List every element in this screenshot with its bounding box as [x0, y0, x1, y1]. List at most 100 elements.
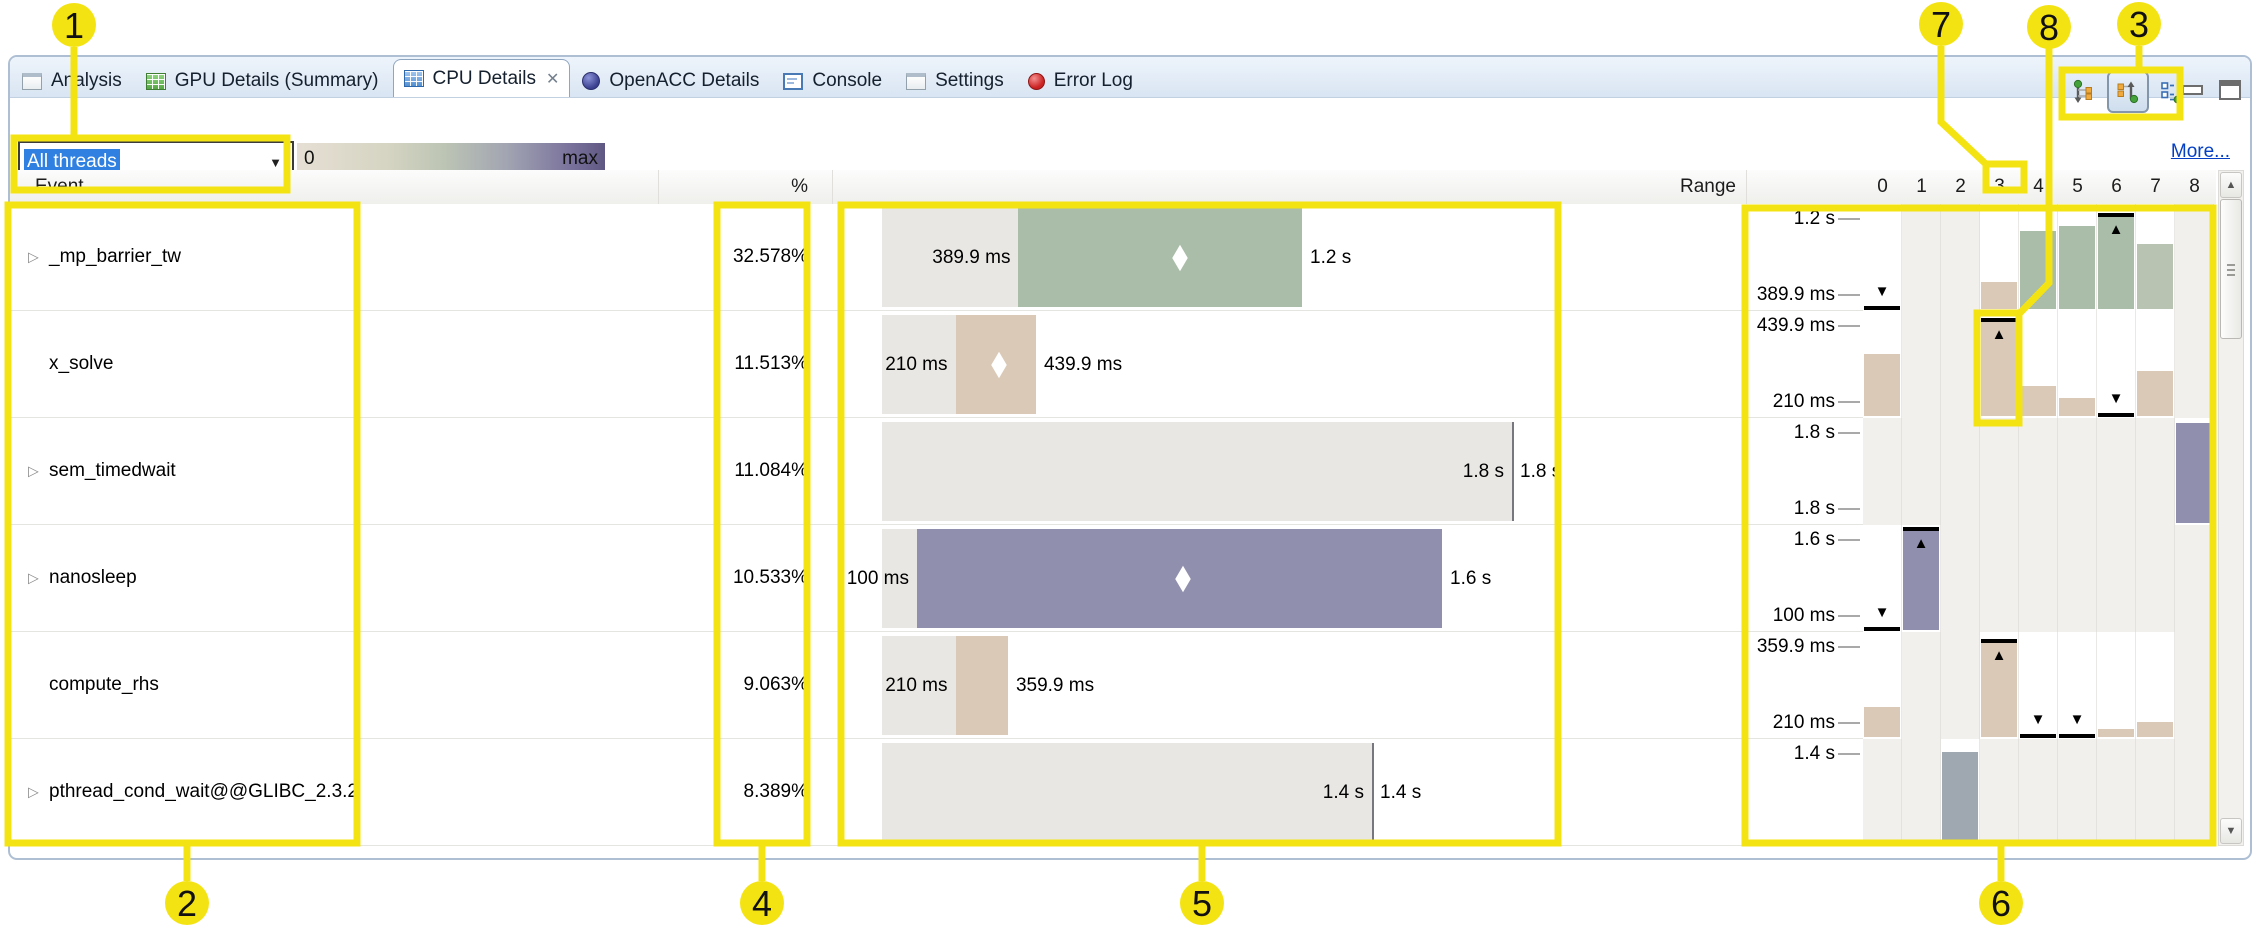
hist-cell-thread-4[interactable]: [2019, 525, 2058, 632]
thread-column-header-0[interactable]: 0: [1863, 170, 1902, 203]
thread-column-header-7[interactable]: 7: [2136, 170, 2175, 203]
close-tab-icon[interactable]: ✕: [546, 69, 559, 89]
range-chart: 210 ms359.9 ms: [826, 632, 1740, 739]
thread-column-header-8[interactable]: 8: [2175, 170, 2214, 203]
thread-column-header-2[interactable]: 2: [1941, 170, 1980, 203]
hist-cell-thread-7[interactable]: [2136, 204, 2175, 311]
hist-cell-thread-2[interactable]: [1941, 632, 1980, 739]
hist-cell-thread-5[interactable]: [2058, 418, 2097, 525]
hist-cell-thread-0[interactable]: [1863, 418, 1902, 525]
range-min-label: 1.4 s: [826, 782, 1364, 804]
column-header-event[interactable]: Event: [35, 170, 84, 203]
scroll-up-button[interactable]: ▲: [2220, 172, 2242, 198]
tab-gpu-details-summary[interactable]: GPU Details (Summary): [136, 65, 391, 97]
top-down-call-tree-button[interactable]: [2066, 73, 2104, 111]
column-header-range[interactable]: Range: [1440, 170, 1736, 203]
scroll-down-button[interactable]: ▼: [2220, 818, 2242, 844]
range-max-label: 1.6 s: [1450, 568, 1491, 590]
tab-analysis[interactable]: Analysis: [12, 65, 134, 97]
expander-icon[interactable]: ▷: [28, 249, 39, 266]
bottom-up-call-tree-button[interactable]: [2107, 71, 2149, 113]
hist-cell-thread-5[interactable]: [2058, 525, 2097, 632]
thread-column-header-3[interactable]: 3: [1980, 170, 2019, 203]
hist-cell-thread-2[interactable]: [1941, 739, 1980, 846]
tab-error-log[interactable]: Error Log: [1018, 65, 1145, 97]
hist-cell-thread-1[interactable]: [1902, 739, 1941, 846]
hist-cell-thread-8[interactable]: [2175, 739, 2214, 846]
hist-cell-thread-4[interactable]: [2019, 418, 2058, 525]
table-row-nanosleep[interactable]: ▷nanosleep10.533%100 ms1.6 s1.6 s100 ms▼…: [10, 525, 2216, 632]
view-tab-bar: AnalysisGPU Details (Summary)CPU Details…: [10, 57, 2250, 98]
hist-cell-thread-2[interactable]: [1941, 525, 1980, 632]
minimize-button[interactable]: [2178, 79, 2206, 101]
tab-openacc-details[interactable]: OpenACC Details: [572, 65, 771, 97]
hist-cell-thread-8[interactable]: [2175, 525, 2214, 632]
hist-cell-thread-1[interactable]: [1902, 418, 1941, 525]
hist-cell-thread-4[interactable]: [2019, 204, 2058, 311]
hist-cell-thread-7[interactable]: [2136, 632, 2175, 739]
hist-cell-thread-0[interactable]: [1863, 632, 1902, 739]
hist-cell-thread-8[interactable]: [2175, 418, 2214, 525]
callout-circle-4: [740, 881, 784, 925]
range-min-label: 100 ms: [826, 568, 909, 590]
thread-column-header-4[interactable]: 4: [2019, 170, 2058, 203]
table-row-compute-rhs[interactable]: compute_rhs9.063%210 ms359.9 ms359.9 ms2…: [10, 632, 2216, 739]
vertical-scrollbar[interactable]: ▲ ▼: [2218, 170, 2244, 846]
expander-icon[interactable]: ▷: [28, 463, 39, 480]
hist-cell-thread-8[interactable]: [2175, 204, 2214, 311]
hist-cell-thread-0[interactable]: [1863, 739, 1902, 846]
tab-settings[interactable]: Settings: [896, 65, 1016, 97]
hist-cell-thread-1[interactable]: ▲: [1902, 525, 1941, 632]
tab-console[interactable]: Console: [773, 65, 894, 97]
hist-cell-thread-7[interactable]: [2136, 525, 2175, 632]
hist-cell-thread-7[interactable]: [2136, 311, 2175, 418]
maximize-button[interactable]: [2216, 79, 2244, 101]
hist-cell-thread-7[interactable]: [2136, 739, 2175, 846]
hist-cell-thread-2[interactable]: [1941, 311, 1980, 418]
hist-cell-thread-4[interactable]: [2019, 739, 2058, 846]
hist-cell-thread-3[interactable]: ▲: [1980, 632, 2019, 739]
hist-cell-thread-8[interactable]: [2175, 632, 2214, 739]
hist-cell-thread-1[interactable]: [1902, 311, 1941, 418]
column-header-percent[interactable]: %: [652, 170, 808, 203]
hist-cell-thread-1[interactable]: [1902, 204, 1941, 311]
expander-icon[interactable]: ▷: [28, 570, 39, 587]
hist-cell-thread-2[interactable]: [1941, 204, 1980, 311]
hist-cell-thread-6[interactable]: [2097, 632, 2136, 739]
table-row-sem-timedwait[interactable]: ▷sem_timedwait11.084%1.8 s1.8 s1.8 s1.8 …: [10, 418, 2216, 525]
scrollbar-thumb[interactable]: [2220, 199, 2242, 339]
more-link[interactable]: More...: [2142, 141, 2230, 163]
hist-cell-thread-3[interactable]: [1980, 739, 2019, 846]
hist-cell-thread-3[interactable]: [1980, 204, 2019, 311]
event-name: compute_rhs: [49, 674, 159, 696]
hist-cell-thread-4[interactable]: ▼: [2019, 632, 2058, 739]
hist-cell-thread-3[interactable]: [1980, 525, 2019, 632]
hist-cell-thread-3[interactable]: ▲: [1980, 311, 2019, 418]
hist-cell-thread-0[interactable]: ▼: [1863, 204, 1902, 311]
table-row-x-solve[interactable]: x_solve11.513%210 ms439.9 ms439.9 ms210 …: [10, 311, 2216, 418]
hist-cell-thread-5[interactable]: ▼: [2058, 632, 2097, 739]
hist-cell-thread-7[interactable]: [2136, 418, 2175, 525]
hist-cell-thread-5[interactable]: [2058, 204, 2097, 311]
hist-cell-thread-5[interactable]: [2058, 311, 2097, 418]
thread-column-header-5[interactable]: 5: [2058, 170, 2097, 203]
hist-cell-thread-6[interactable]: ▼: [2097, 311, 2136, 418]
hist-cell-thread-0[interactable]: ▼: [1863, 525, 1902, 632]
hist-cell-thread-2[interactable]: [1941, 418, 1980, 525]
hist-cell-thread-4[interactable]: [2019, 311, 2058, 418]
hist-cell-thread-8[interactable]: [2175, 311, 2214, 418]
hist-cell-thread-6[interactable]: [2097, 525, 2136, 632]
hist-cell-thread-6[interactable]: ▲: [2097, 204, 2136, 311]
hist-cell-thread-1[interactable]: [1902, 632, 1941, 739]
hist-cell-thread-3[interactable]: [1980, 418, 2019, 525]
table-row--mp-barrier-tw[interactable]: ▷_mp_barrier_tw32.578%389.9 ms1.2 s1.2 s…: [10, 204, 2216, 311]
hist-cell-thread-6[interactable]: [2097, 739, 2136, 846]
thread-column-header-1[interactable]: 1: [1902, 170, 1941, 203]
hist-cell-thread-0[interactable]: [1863, 311, 1902, 418]
hist-cell-thread-5[interactable]: [2058, 739, 2097, 846]
expander-icon[interactable]: ▷: [28, 784, 39, 801]
hist-cell-thread-6[interactable]: [2097, 418, 2136, 525]
tab-cpu-details[interactable]: CPU Details✕: [393, 59, 571, 97]
table-row-pthread-cond-wait-glibc-2-3-2[interactable]: ▷pthread_cond_wait@@GLIBC_2.3.28.389%1.4…: [10, 739, 2216, 846]
thread-column-header-6[interactable]: 6: [2097, 170, 2136, 203]
